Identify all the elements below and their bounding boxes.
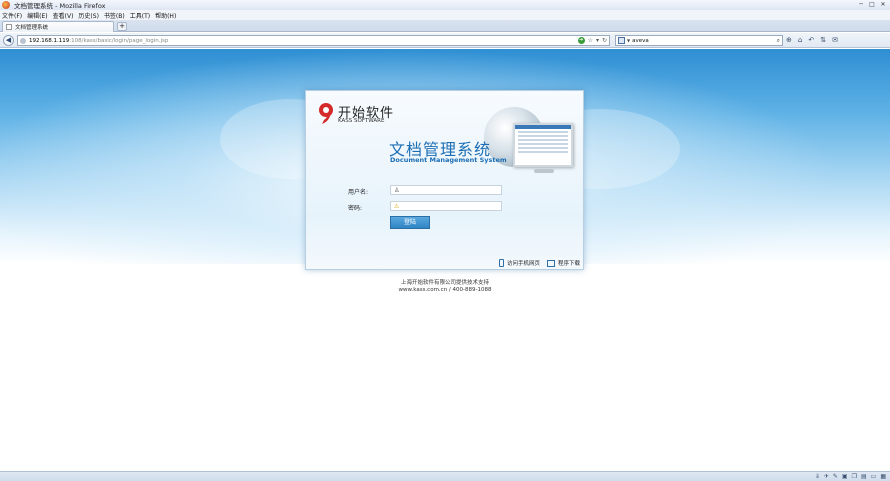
search-icon[interactable]: ⌕ (777, 37, 780, 45)
kass-logo-icon (319, 103, 333, 124)
support-text: 上海开始软件有限公司提供技术支持 (400, 280, 489, 286)
save-icon[interactable]: ▦ (880, 473, 886, 480)
mobile-web-label: 访问手机网页 (507, 261, 541, 267)
reload-icon[interactable]: ↻ (602, 37, 607, 44)
window-titlebar: 文档管理系统 - Mozilla Firefox ─ □ ✕ (0, 0, 890, 10)
url-host: 192.168.1.119 (29, 37, 70, 44)
window-title: 文档管理系统 - Mozilla Firefox (14, 2, 106, 10)
password-input[interactable] (401, 202, 497, 210)
new-tab-button[interactable]: + (117, 22, 127, 31)
menu-view[interactable]: 查看(V) (53, 11, 74, 20)
menu-bar: 文件(F) 编辑(E) 查看(V) 历史(S) 书签(B) 工具(T) 帮助(H… (0, 10, 890, 20)
window-icon[interactable]: ▣ (842, 473, 848, 480)
download-link[interactable]: 程序下载 (547, 259, 580, 267)
close-icon[interactable]: ✕ (878, 1, 888, 8)
sync-icon[interactable]: ⇅ (820, 36, 826, 44)
navigation-bar: ◀ 192.168.1.119:108/kass/basic/login/pag… (0, 33, 890, 48)
bookmark-star-icon[interactable]: ☆ (588, 37, 593, 44)
dropdown-icon[interactable]: ▾ (596, 37, 599, 44)
copy-icon[interactable]: ❐ (852, 473, 857, 480)
menu-help[interactable]: 帮助(H) (155, 11, 176, 20)
go-icon[interactable]: ➜ (577, 37, 585, 44)
monitor-illustration (513, 123, 573, 167)
search-engine-dropdown-icon[interactable]: ▼ (627, 38, 630, 43)
extension-icon[interactable]: ✈ (824, 473, 829, 480)
window-controls: ─ □ ✕ (856, 1, 888, 8)
download-status-icon[interactable]: ⇓ (815, 473, 820, 480)
menu-bookmarks[interactable]: 书签(B) (104, 11, 125, 20)
contact-text: www.kass.com.cn / 400-889-1088 (398, 287, 492, 293)
search-bar[interactable]: ▼ aveva ⌕ (615, 35, 783, 46)
tab-active[interactable]: 文档管理系统 (2, 21, 114, 32)
download-icon (547, 259, 555, 267)
download-label: 程序下载 (558, 261, 581, 267)
menu-tools[interactable]: 工具(T) (130, 11, 150, 20)
toolbar-icons: ⊕ ⌂ ↶ ⇅ ✉ (786, 36, 838, 44)
username-input[interactable] (401, 186, 497, 194)
firefox-icon (2, 1, 10, 9)
menu-file[interactable]: 文件(F) (2, 11, 22, 20)
password-label: 密码: (348, 205, 363, 212)
pen-icon[interactable]: ✎ (833, 473, 838, 480)
username-field[interactable]: ♙ (390, 185, 502, 195)
status-icons: ⇓ ✈ ✎ ▣ ❐ ▤ ▭ ▦ (815, 473, 886, 480)
mobile-web-link[interactable]: 访问手机网页 (499, 259, 540, 267)
back-button[interactable]: ◀ (3, 35, 14, 46)
page-content: 开始软件 KASS SOFTWARE 文档管理系统 Document Manag… (0, 49, 890, 471)
brand-name-en: KASS SOFTWARE (338, 118, 385, 124)
phone-icon (499, 259, 504, 267)
page-status-icon[interactable]: ▤ (861, 473, 867, 480)
home-icon[interactable]: ⌂ (798, 36, 802, 44)
menu-edit[interactable]: 编辑(E) (27, 11, 47, 20)
chat-icon[interactable]: ✉ (832, 36, 838, 44)
status-bar: ⇓ ✈ ✎ ▣ ❐ ▤ ▭ ▦ (0, 471, 890, 481)
search-engine-icon[interactable] (618, 37, 625, 44)
user-icon: ♙ (394, 186, 400, 194)
monitor-stand (534, 169, 554, 173)
login-card: 开始软件 KASS SOFTWARE 文档管理系统 Document Manag… (305, 90, 584, 270)
login-button[interactable]: 登陆 (390, 216, 430, 229)
url-path: :108/kass/basic/login/page_login.jsp (69, 37, 169, 44)
folder-icon[interactable]: ▭ (871, 473, 877, 480)
site-identity-icon[interactable] (20, 37, 26, 44)
addon-icon[interactable]: ⊕ (786, 36, 792, 44)
undo-icon[interactable]: ↶ (808, 36, 814, 44)
maximize-icon[interactable]: □ (867, 1, 877, 8)
tab-label: 文档管理系统 (15, 25, 49, 31)
address-actions: ➜ ☆ ▾ ↻ (577, 36, 607, 45)
lock-icon: ⚠ (394, 202, 400, 210)
username-label: 用户名: (348, 189, 369, 196)
search-input[interactable]: aveva (632, 38, 649, 44)
menu-history[interactable]: 历史(S) (78, 11, 99, 20)
minimize-icon[interactable]: ─ (856, 1, 866, 8)
tab-bar: 文档管理系统 + (0, 20, 890, 32)
password-field[interactable]: ⚠ (390, 201, 502, 211)
system-subtitle: Document Management System (390, 156, 507, 164)
address-bar[interactable]: 192.168.1.119:108/kass/basic/login/page_… (17, 35, 610, 46)
page-icon (6, 24, 12, 30)
